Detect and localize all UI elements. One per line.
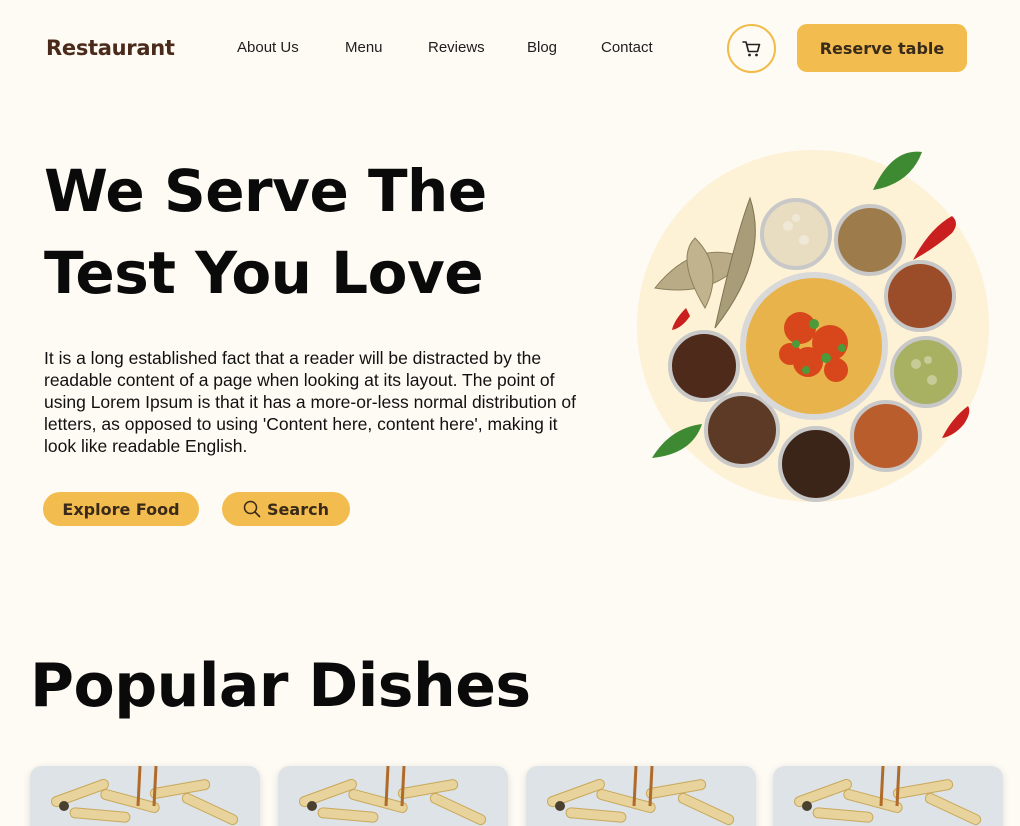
hero-title: We Serve The Test You Love [44,150,487,314]
pasta-image [278,766,508,826]
reserve-table-button[interactable]: Reserve table [797,24,967,72]
dish-cards [0,766,1020,826]
pasta-image [526,766,756,826]
nav-contact[interactable]: Contact [601,39,653,56]
dish-card[interactable] [773,766,1003,826]
hero-title-line-1: We Serve The [44,157,487,225]
dish-card[interactable] [30,766,260,826]
hero-description: It is a long established fact that a rea… [44,348,577,456]
nav-about-us[interactable]: About Us [237,39,299,56]
pasta-image [773,766,1003,826]
pasta-image [30,766,260,826]
explore-food-button[interactable]: Explore Food [43,492,199,526]
hero-title-line-2: Test You Love [44,239,484,307]
nav-blog[interactable]: Blog [527,39,557,56]
logo[interactable]: Restaurant [46,36,175,60]
nav-reviews[interactable]: Reviews [428,39,485,56]
dish-card[interactable] [278,766,508,826]
search-button[interactable]: Search [222,492,350,526]
search-button-label: Search [267,499,329,519]
cart-button[interactable] [727,24,776,73]
dish-card[interactable] [526,766,756,826]
cart-icon [741,40,760,56]
popular-dishes-title: Popular Dishes [30,651,531,721]
hero-food-image [637,150,989,502]
nav-menu[interactable]: Menu [345,39,383,56]
search-icon [243,500,261,518]
